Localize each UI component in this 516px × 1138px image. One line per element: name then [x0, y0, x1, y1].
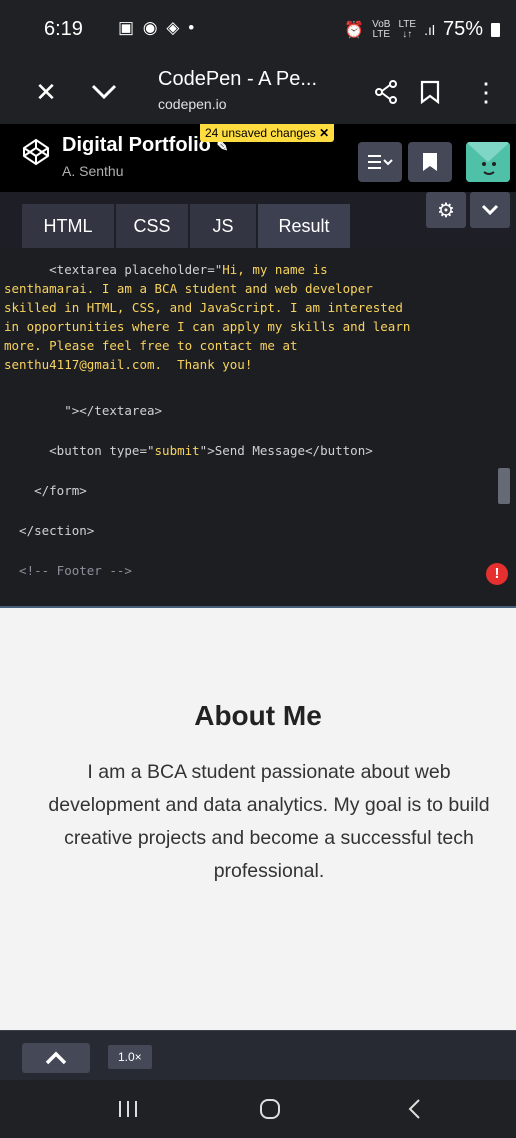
about-heading: About Me: [194, 700, 322, 731]
code-editor[interactable]: <textarea placeholder="Hi, my name is se…: [0, 248, 516, 606]
chevron-down-icon[interactable]: [470, 192, 510, 228]
result-pane: About Me I am a BCA student passionate a…: [0, 608, 516, 1030]
layout-button[interactable]: [358, 142, 402, 182]
status-bar: 6:19 ▣ ◉ ◈ • ⏰ VoB LTE LTE ↓↑ .ıl 75%: [0, 0, 516, 62]
notification-icons: ▣ ◉ ◈ •: [118, 18, 196, 38]
alarm-icon: ⏰: [344, 21, 365, 39]
tab-css[interactable]: CSS: [116, 204, 188, 248]
codepen-header: Digital Portfolio ✎ A. Senthu 24 unsaved…: [0, 124, 516, 192]
app-icon: ◈: [166, 18, 182, 37]
code-line: <textarea placeholder="Hi, my name is: [4, 262, 328, 277]
volte-indicator: VoB LTE: [372, 18, 391, 40]
code-line: in opportunities where I can apply my sk…: [4, 319, 411, 334]
system-nav-bar: [0, 1080, 516, 1138]
scrollbar[interactable]: [498, 468, 510, 504]
home-icon[interactable]: [240, 1088, 300, 1130]
lte-indicator: LTE ↓↑: [398, 18, 417, 40]
bookmark-icon[interactable]: [410, 72, 450, 112]
dot-icon: •: [188, 18, 197, 37]
tab-result[interactable]: Result: [258, 204, 350, 248]
share-icon[interactable]: [366, 72, 406, 112]
code-line: <!-- Footer -->: [4, 563, 132, 578]
battery-icon: [491, 22, 500, 37]
code-line: skilled in HTML, CSS, and JavaScript. I …: [4, 300, 403, 315]
about-paragraph: I am a BCA student passionate about web …: [48, 761, 490, 882]
chevron-down-icon[interactable]: [84, 72, 124, 112]
code-line: senthamarai. I am a BCA student and web …: [4, 281, 373, 296]
page-title[interactable]: CodePen - A Pe...: [158, 68, 317, 91]
bookmark-icon: [423, 153, 437, 171]
status-time: 6:19: [44, 18, 83, 40]
layout-icon: [368, 155, 393, 169]
status-right: ⏰ VoB LTE LTE ↓↑ .ıl 75%: [344, 18, 500, 41]
chat-icon: ◉: [142, 18, 160, 37]
console-bar: 1.0×: [0, 1030, 516, 1081]
code-line: </section>: [4, 523, 95, 538]
avatar[interactable]: [466, 142, 510, 182]
close-icon[interactable]: ✕: [26, 72, 66, 112]
error-icon[interactable]: !: [486, 563, 508, 585]
zoom-level-button[interactable]: 1.0×: [108, 1045, 152, 1069]
more-options-icon[interactable]: ⋮: [466, 72, 506, 112]
tab-js[interactable]: JS: [190, 204, 256, 248]
signal-icon: .ıl: [424, 21, 435, 38]
close-icon[interactable]: ✕: [319, 126, 329, 140]
code-line: more. Please feel free to contact me at: [4, 338, 298, 353]
recent-apps-icon[interactable]: [98, 1088, 158, 1130]
editor-tabs: HTML CSS JS Result ⚙: [0, 192, 516, 248]
back-icon[interactable]: [384, 1088, 444, 1130]
battery-level: 75%: [442, 18, 483, 40]
page-domain[interactable]: codepen.io: [158, 96, 227, 112]
chevron-up-icon[interactable]: [22, 1043, 90, 1073]
gallery-icon: ▣: [118, 18, 137, 37]
project-author[interactable]: A. Senthu: [62, 163, 124, 179]
code-line: "></textarea>: [4, 403, 163, 418]
browser-toolbar: ✕ CodePen - A Pe... codepen.io ⋮: [0, 62, 516, 124]
tab-html[interactable]: HTML: [22, 204, 114, 248]
save-bookmark-button[interactable]: [408, 142, 452, 182]
unsaved-changes-badge[interactable]: 24 unsaved changes ✕: [200, 124, 335, 142]
settings-gear-icon[interactable]: ⚙: [426, 192, 466, 228]
code-line: senthu4117@gmail.com. Thank you!: [4, 357, 253, 372]
codepen-logo-icon[interactable]: [22, 138, 50, 171]
code-line: </form>: [4, 483, 87, 498]
code-line: <button type="submit">Send Message</butt…: [4, 443, 373, 458]
